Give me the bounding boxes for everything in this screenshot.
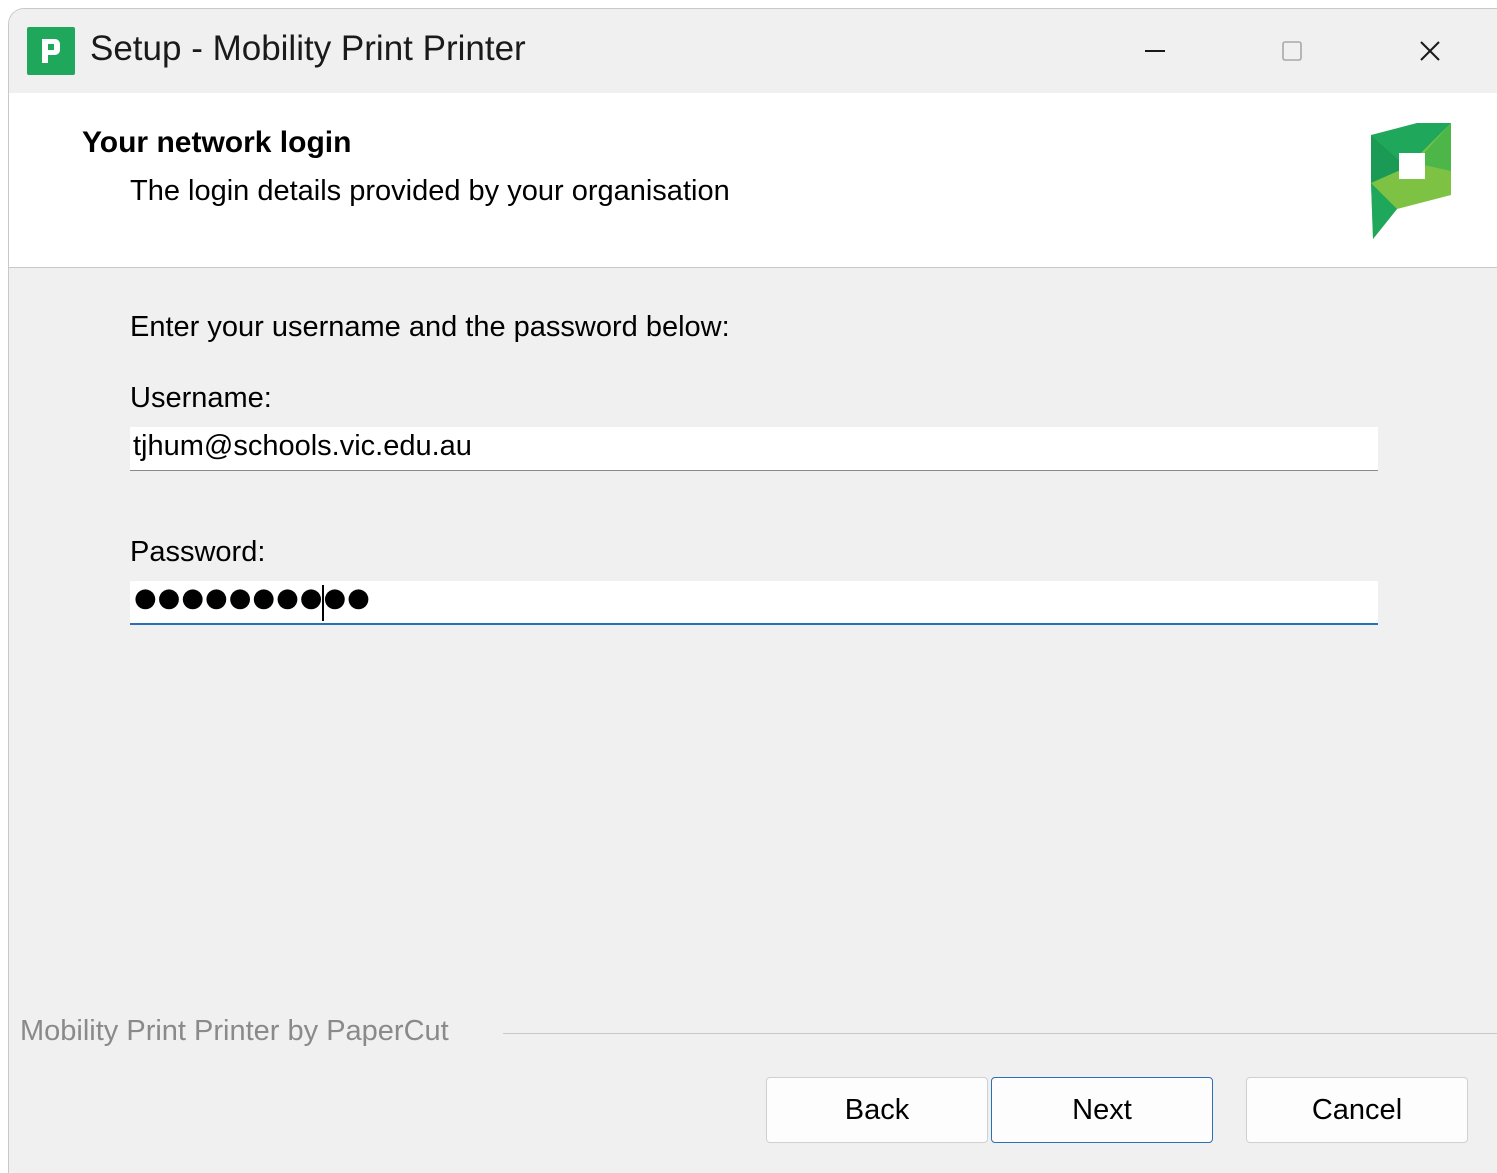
username-value: tjhum@schools.vic.edu.au [133, 430, 472, 462]
username-label: Username: [130, 382, 272, 414]
close-icon [1420, 41, 1440, 61]
footer-brand-text: Mobility Print Printer by PaperCut [20, 1015, 459, 1048]
password-input[interactable]: ●●●●●●●●●● [130, 581, 1378, 625]
title-bar[interactable]: Setup - Mobility Print Printer [9, 9, 1497, 93]
form-instruction: Enter your username and the password bel… [130, 311, 730, 343]
window-title: Setup - Mobility Print Printer [90, 29, 526, 68]
page-title: Your network login [82, 126, 352, 159]
maximize-button[interactable] [1257, 21, 1327, 81]
wizard-header: Your network login The login details pro… [9, 93, 1497, 268]
papercut-app-icon [27, 27, 75, 75]
password-mask: ●●●●●●●●●● [134, 583, 371, 613]
maximize-icon [1282, 41, 1302, 61]
page-subtitle: The login details provided by your organ… [130, 175, 730, 207]
minimize-button[interactable] [1120, 21, 1190, 81]
back-button[interactable]: Back [766, 1077, 988, 1143]
close-button[interactable] [1395, 21, 1465, 81]
text-caret [322, 585, 324, 621]
minimize-icon [1145, 50, 1165, 52]
papercut-logo-icon [1371, 123, 1451, 239]
cancel-button[interactable]: Cancel [1246, 1077, 1468, 1143]
setup-window: Setup - Mobility Print Printer Your netw… [8, 8, 1497, 1173]
password-label: Password: [130, 536, 266, 568]
footer-divider [503, 1033, 1497, 1034]
username-input[interactable]: tjhum@schools.vic.edu.au [130, 427, 1378, 471]
next-button[interactable]: Next [991, 1077, 1213, 1143]
